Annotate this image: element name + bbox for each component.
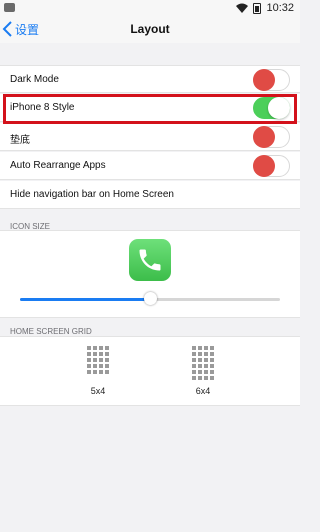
slider-fill: [20, 298, 150, 301]
setting-row-dark-mode: Dark Mode: [0, 65, 300, 93]
navigation-bar: 设置 Layout: [0, 16, 300, 43]
grid-dot: [198, 358, 202, 362]
grid-dot: [99, 358, 103, 362]
auto-rearrange-toggle[interactable]: [253, 155, 290, 177]
grid-dot: [105, 358, 109, 362]
grid-dot: [87, 346, 91, 350]
setting-row-dock: 垫底: [0, 123, 300, 151]
setting-label: 垫底: [10, 135, 30, 146]
grid-dot: [210, 352, 214, 356]
grid-dot: [105, 364, 109, 368]
slider-thumb[interactable]: [144, 292, 157, 305]
grid-dot: [204, 370, 208, 374]
phone-icon: [129, 239, 171, 281]
page-title: Layout: [130, 22, 170, 36]
grid-dot: [198, 352, 202, 356]
grid-dot: [93, 370, 97, 374]
setting-row-auto-rearrange: Auto Rearrange Apps: [0, 152, 300, 180]
grid-option-5x4[interactable]: 5x4: [78, 346, 118, 396]
grid-dot: [192, 358, 196, 362]
setting-label: Hide navigation bar on Home Screen: [10, 189, 174, 200]
grid-dot: [210, 346, 214, 350]
grid-dot: [93, 346, 97, 350]
grid-dot: [210, 358, 214, 362]
toggle-knob: [253, 69, 275, 91]
grid-dot: [99, 346, 103, 350]
wifi-icon: [236, 3, 249, 13]
grid-dot: [198, 346, 202, 350]
grid-dot: [93, 364, 97, 368]
icon-size-slider[interactable]: [20, 292, 280, 305]
grid-6x4-icon: [192, 346, 214, 380]
grid-dot: [192, 346, 196, 350]
grid-dot: [204, 364, 208, 368]
grid-dot: [210, 364, 214, 368]
grid-dot: [210, 370, 214, 374]
grid-dot: [204, 376, 208, 380]
home-screen-grid-header: HOME SCREEN GRID: [10, 327, 92, 336]
grid-option-label: 5x4: [90, 386, 106, 396]
grid-dot: [105, 352, 109, 356]
toggle-knob: [253, 126, 275, 148]
grid-dot: [93, 358, 97, 362]
setting-label: Auto Rearrange Apps: [10, 160, 106, 171]
grid-option-label: 6x4: [195, 386, 211, 396]
iphone-8-style-toggle[interactable]: [253, 97, 290, 119]
status-bar: 10:32: [0, 0, 300, 16]
grid-dot: [87, 364, 91, 368]
grid-dot: [198, 370, 202, 374]
grid-dot: [210, 376, 214, 380]
dark-mode-toggle[interactable]: [253, 69, 290, 91]
grid-dot: [87, 370, 91, 374]
status-time: 10:32: [266, 2, 294, 14]
grid-dot: [105, 346, 109, 350]
grid-dot: [93, 352, 97, 356]
grid-dot: [87, 352, 91, 356]
phone-handset-icon: [139, 249, 161, 271]
grid-dot: [192, 352, 196, 356]
toggle-knob: [268, 97, 290, 119]
grid-dot: [192, 370, 196, 374]
grid-dot: [99, 364, 103, 368]
grid-dot: [204, 352, 208, 356]
dock-toggle[interactable]: [253, 126, 290, 148]
setting-label: Dark Mode: [10, 74, 59, 85]
grid-dot: [204, 358, 208, 362]
grid-dot: [192, 376, 196, 380]
grid-dot: [198, 364, 202, 368]
grid-dot: [105, 370, 109, 374]
grid-5x4-icon: [87, 346, 109, 374]
setting-row-hide-nav-bar[interactable]: Hide navigation bar on Home Screen: [0, 181, 300, 209]
notification-app-icon: [4, 3, 15, 12]
grid-option-6x4[interactable]: 6x4: [183, 346, 223, 396]
grid-dot: [99, 370, 103, 374]
setting-label: iPhone 8 Style: [10, 102, 75, 113]
battery-icon: [253, 2, 262, 14]
grid-dot: [204, 346, 208, 350]
grid-dot: [99, 352, 103, 356]
grid-dot: [192, 364, 196, 368]
grid-dot: [198, 376, 202, 380]
setting-row-iphone-8-style: iPhone 8 Style: [0, 94, 300, 122]
status-indicators: 10:32: [236, 2, 294, 14]
toggle-knob: [253, 155, 275, 177]
grid-dot: [87, 358, 91, 362]
home-screen-grid-panel: [0, 336, 300, 406]
